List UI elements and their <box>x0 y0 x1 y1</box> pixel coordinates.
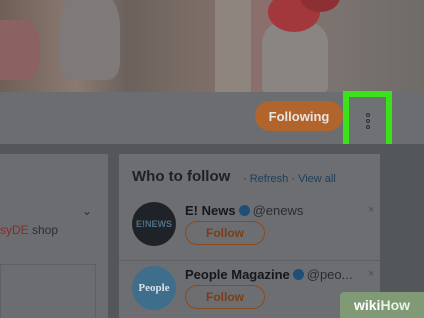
verified-badge-icon <box>292 269 304 280</box>
card-inner-box <box>0 264 96 318</box>
avatar[interactable]: People <box>132 266 176 310</box>
verified-badge-icon <box>238 205 250 216</box>
more-options-button[interactable] <box>343 91 392 151</box>
vertical-dots-icon <box>365 113 370 117</box>
view-all-link[interactable]: View all <box>298 173 336 185</box>
dismiss-icon[interactable]: × <box>368 268 374 280</box>
profile-header-image <box>0 0 424 92</box>
shop-link-text[interactable]: syDE shop <box>0 223 58 237</box>
account-name[interactable]: E! News @enews <box>185 203 303 218</box>
refresh-link[interactable]: Refresh <box>250 173 289 185</box>
who-to-follow-links: · Refresh · View all <box>243 173 336 185</box>
following-button[interactable]: Following <box>255 101 343 131</box>
wikihow-watermark: wiki How <box>340 292 424 318</box>
profile-side-card: ⌄ syDE shop <box>0 154 108 318</box>
suggested-account: E!NEWS E! News @enews Follow × <box>132 202 374 254</box>
follow-button[interactable]: Follow <box>185 285 265 309</box>
suggested-account: People People Magazine @peo... Follow × <box>132 266 374 318</box>
divider <box>119 260 380 261</box>
follow-button[interactable]: Follow <box>185 221 265 245</box>
chevron-down-icon[interactable]: ⌄ <box>82 204 92 218</box>
avatar[interactable]: E!NEWS <box>132 202 176 246</box>
dismiss-icon[interactable]: × <box>368 204 374 216</box>
account-name[interactable]: People Magazine @peo... <box>185 267 352 282</box>
who-to-follow-title: Who to follow <box>132 168 231 185</box>
